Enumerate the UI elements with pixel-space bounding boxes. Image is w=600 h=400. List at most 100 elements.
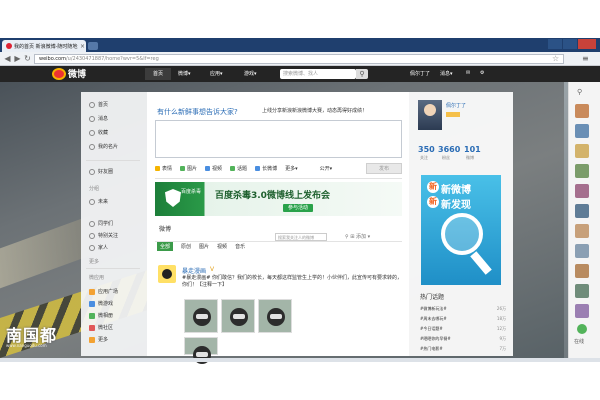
- mail-icon[interactable]: ✉: [466, 70, 470, 76]
- friends-icon: [89, 168, 95, 175]
- profile-name[interactable]: 佩尔丁了: [446, 102, 466, 109]
- nav-messages[interactable]: 消息▾: [440, 70, 453, 77]
- topic-tool[interactable]: 话题: [230, 165, 247, 172]
- friend-avatar[interactable]: [575, 244, 589, 258]
- settings-gear-icon[interactable]: ⚙: [480, 70, 484, 76]
- sidebar-item-group[interactable]: 特别关注: [89, 232, 118, 239]
- nav-username[interactable]: 佩尔丁了: [410, 70, 430, 77]
- friend-avatar[interactable]: [575, 124, 589, 138]
- compose-prompt: 有什么新鲜事想告诉大家?: [157, 108, 238, 116]
- nav-games[interactable]: 游戏▾: [244, 70, 257, 77]
- long-post-tool[interactable]: 长微博: [255, 165, 277, 172]
- tab-close-icon[interactable]: ×: [80, 43, 85, 50]
- new-weibo-ad[interactable]: 新 新 新微博 新发现: [421, 175, 501, 285]
- post-image-thumb[interactable]: [184, 299, 218, 333]
- reload-icon[interactable]: ↻: [23, 54, 32, 63]
- sidebar-item-favorites[interactable]: 收藏: [89, 129, 108, 136]
- tab-videos[interactable]: 视频: [217, 243, 227, 250]
- hot-topic-row[interactable]: #微博新玩法# 26万: [420, 306, 506, 312]
- group-icon: [89, 244, 95, 251]
- publish-button[interactable]: 发布: [366, 163, 402, 174]
- nav-weibo[interactable]: 微博▾: [178, 70, 191, 77]
- minimize-button[interactable]: [548, 39, 562, 49]
- baidu-antivirus-banner[interactable]: 百度杀毒 百度杀毒3.0微博线上发布会 参与活动: [155, 182, 402, 216]
- url-path: /u/2430471887/home?wvr=5&lf=reg: [65, 56, 159, 62]
- friend-avatar[interactable]: [575, 164, 589, 178]
- topic-count: 7万: [499, 346, 506, 351]
- close-window-button[interactable]: [578, 39, 596, 49]
- bookmark-star-icon[interactable]: ☆: [552, 54, 559, 63]
- post-image-thumb[interactable]: [184, 337, 218, 364]
- sidebar-item-label: 微游戏: [98, 301, 114, 307]
- nav-home[interactable]: 首页: [145, 68, 171, 80]
- topic-name: #热门电影#: [420, 346, 443, 351]
- nav-apps[interactable]: 应用▾: [210, 70, 223, 77]
- sidebar-app[interactable]: 应用广场: [89, 288, 118, 295]
- sidebar-item-group[interactable]: 家人: [89, 244, 108, 251]
- forward-icon[interactable]: ▶: [13, 54, 22, 63]
- new-tab-button[interactable]: [88, 42, 98, 50]
- friend-avatar[interactable]: [575, 204, 589, 218]
- sidebar-item-label: 好友圈: [98, 169, 114, 175]
- post-image-thumb[interactable]: [221, 299, 255, 333]
- post-avatar[interactable]: [158, 265, 176, 283]
- hot-topic-row[interactable]: #周末去哪玩# 18万: [420, 316, 506, 322]
- video-tool[interactable]: 视频: [205, 165, 222, 172]
- friend-avatar[interactable]: [575, 224, 589, 238]
- sidebar-item-home[interactable]: 首页: [89, 101, 108, 108]
- friend-avatar[interactable]: [575, 104, 589, 118]
- post-username[interactable]: 暴走漫画: [182, 266, 206, 275]
- post-image-thumb[interactable]: [258, 299, 292, 333]
- image-tool[interactable]: 图片: [180, 165, 197, 172]
- emoji-tool[interactable]: 表情: [155, 165, 172, 172]
- more-apps-icon: [89, 336, 95, 343]
- sidebar-item-group[interactable]: 未来: [89, 198, 108, 205]
- top-search-input[interactable]: 搜索微博、找人: [280, 69, 356, 79]
- back-icon[interactable]: ◀: [3, 54, 12, 63]
- search-icon[interactable]: ⚲: [356, 69, 368, 79]
- tab-all[interactable]: 全部: [157, 242, 174, 251]
- stat-posts-count[interactable]: 101: [464, 145, 481, 154]
- friend-avatar[interactable]: [575, 284, 589, 298]
- sidebar-item-group[interactable]: 同学们: [89, 220, 113, 227]
- hot-topic-row[interactable]: #今日话题# 12万: [420, 326, 506, 332]
- rail-search-icon[interactable]: ⚲: [577, 88, 582, 96]
- hot-topic-row[interactable]: #热门电影# 7万: [420, 346, 506, 352]
- friend-avatar[interactable]: [575, 264, 589, 278]
- topic-count: 9万: [499, 336, 506, 341]
- friend-avatar[interactable]: [575, 144, 589, 158]
- more-tool[interactable]: 更多▾: [285, 165, 298, 172]
- sidebar-app[interactable]: 微相册: [89, 312, 113, 319]
- sidebar-app[interactable]: 微游戏: [89, 300, 113, 307]
- hot-topic-row[interactable]: #晒晒你的早餐# 9万: [420, 336, 506, 342]
- sidebar-item-friends[interactable]: 好友圈: [89, 168, 113, 175]
- browser-tab[interactable]: 我的首页 新浪微博-随时随地分享身边 ×: [2, 40, 86, 52]
- browser-menu-icon[interactable]: ≡: [582, 54, 589, 63]
- feed-search-input[interactable]: 搜索我关注人的微博: [275, 233, 327, 241]
- tab-music[interactable]: 音乐: [235, 243, 245, 250]
- sidebar-more-link[interactable]: 更多: [89, 258, 99, 265]
- stat-following-count[interactable]: 350: [418, 145, 435, 154]
- compose-hot-topic-link[interactable]: 上线分享新浪新浪微博大赛，动态再得好成绩！: [262, 107, 402, 114]
- banner-cta-button[interactable]: 参与活动: [283, 204, 313, 212]
- maximize-button[interactable]: [563, 39, 577, 49]
- sidebar-item-messages[interactable]: 消息: [89, 115, 108, 122]
- sidebar-item-card[interactable]: 我的名片: [89, 143, 118, 150]
- profile-avatar[interactable]: [418, 100, 442, 130]
- sidebar-app[interactable]: 微社区: [89, 324, 113, 331]
- compose-textarea[interactable]: [155, 120, 402, 158]
- topic-name: #晒晒你的早餐#: [420, 336, 451, 341]
- friend-avatar[interactable]: [575, 304, 589, 318]
- stat-followers-count[interactable]: 3660: [438, 145, 460, 154]
- tab-pictures[interactable]: 图片: [199, 243, 209, 250]
- tab-original[interactable]: 原创: [181, 243, 191, 250]
- visibility-dropdown[interactable]: 公开▾: [320, 165, 333, 172]
- site-watermark-url: www.nanguodu.com: [6, 343, 47, 348]
- sidebar-app[interactable]: 更多: [89, 336, 108, 343]
- feed-tools[interactable]: ⚲ ⊞ 添加 ▾: [345, 233, 370, 240]
- rail-online-label: 在线: [574, 339, 585, 345]
- friend-avatar[interactable]: [575, 184, 589, 198]
- weibo-logo[interactable]: 微博: [52, 67, 86, 80]
- address-bar[interactable]: weibo.com/u/2430471887/home?wvr=5&lf=reg: [34, 54, 564, 64]
- online-status-icon[interactable]: [577, 324, 587, 334]
